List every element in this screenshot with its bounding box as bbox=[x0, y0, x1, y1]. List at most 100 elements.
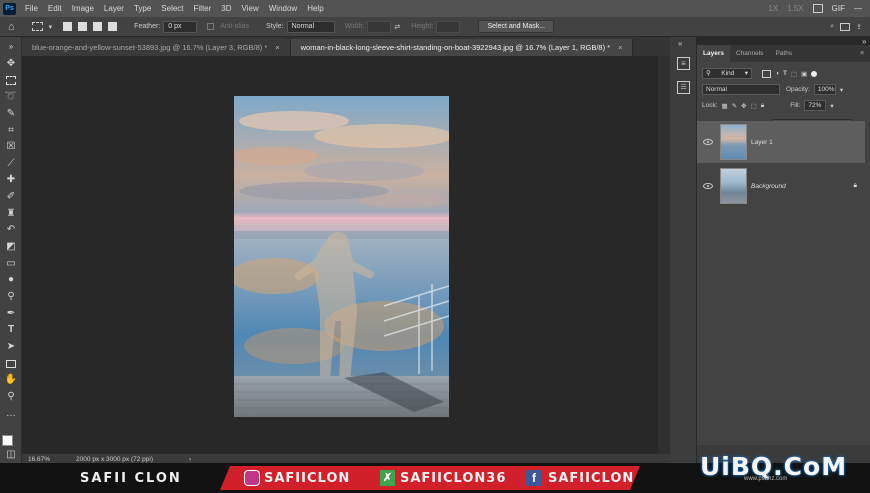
zoom-level[interactable]: 16.67% bbox=[28, 456, 50, 463]
tab-woman-document[interactable]: woman-in-black-long-sleeve-shirt-standin… bbox=[290, 39, 634, 56]
layer-name[interactable]: Background bbox=[751, 183, 786, 190]
chevron-down-icon[interactable]: ▾ bbox=[840, 86, 843, 94]
brush-tool-icon[interactable]: ✐ bbox=[4, 190, 18, 204]
type-filter-icon[interactable]: T bbox=[783, 70, 787, 77]
hand-tool-icon[interactable]: ✋ bbox=[4, 373, 18, 387]
subtract-selection-icon[interactable] bbox=[93, 22, 103, 31]
lock-transparent-icon[interactable]: ▦ bbox=[722, 102, 728, 110]
frame-tool-icon[interactable]: ☒ bbox=[4, 140, 18, 154]
menu-layer[interactable]: Layer bbox=[104, 4, 124, 13]
intersect-selection-icon[interactable] bbox=[108, 22, 118, 31]
filter-toggle-icon[interactable] bbox=[811, 70, 818, 77]
status-menu-arrow[interactable]: › bbox=[189, 456, 191, 463]
marquee-preset-icon[interactable] bbox=[31, 22, 43, 31]
blend-mode-select[interactable]: Normal bbox=[702, 84, 780, 95]
rectangle-tool-icon[interactable] bbox=[4, 357, 18, 371]
minimize-icon[interactable]: — bbox=[854, 4, 862, 13]
collapse-arrows-icon[interactable]: » bbox=[4, 40, 18, 54]
feather-input[interactable]: 0 px bbox=[163, 20, 198, 33]
tab-sunset-document[interactable]: blue-orange-and-yellow-sunset-53893.jpg … bbox=[22, 39, 291, 56]
close-icon[interactable]: × bbox=[618, 43, 622, 52]
collapse-arrows-icon[interactable]: » bbox=[862, 37, 866, 46]
gradient-tool-icon[interactable]: ▭ bbox=[4, 257, 18, 271]
path-selection-tool-icon[interactable]: ➤ bbox=[4, 340, 18, 354]
chevron-down-icon[interactable]: ▾ bbox=[830, 102, 833, 110]
panel-menu-icon[interactable]: ≡ bbox=[854, 45, 870, 62]
collapse-arrows-icon[interactable]: « bbox=[678, 39, 682, 48]
layer-name[interactable]: Layer 1 bbox=[751, 139, 773, 146]
home-icon[interactable]: ⌂ bbox=[8, 21, 15, 33]
canvas-vertical-scrollbar[interactable] bbox=[658, 56, 670, 454]
layer-row-background[interactable]: Background 🔒︎ bbox=[697, 165, 865, 207]
tab-layers[interactable]: Layers bbox=[697, 45, 730, 62]
tab-channels[interactable]: Channels bbox=[730, 45, 769, 62]
swap-icon[interactable]: ⇄ bbox=[394, 23, 400, 31]
quick-mask-icon[interactable]: ◫ bbox=[4, 448, 18, 462]
style-select[interactable]: Normal bbox=[286, 20, 335, 33]
lock-all-icon[interactable]: 🔒︎ bbox=[761, 102, 764, 110]
zoom-1-5x-button[interactable]: 1.5X bbox=[787, 4, 803, 13]
menu-select[interactable]: Select bbox=[161, 4, 183, 13]
image-filter-icon[interactable] bbox=[762, 69, 771, 78]
menu-bar: Ps File Edit Image Layer Type Select Fil… bbox=[0, 0, 870, 17]
foreground-color-swatch[interactable] bbox=[2, 435, 13, 446]
share-icon[interactable]: ⇪ bbox=[856, 23, 862, 31]
menu-filter[interactable]: Filter bbox=[194, 4, 212, 13]
select-and-mask-button[interactable]: Select and Mask... bbox=[478, 20, 555, 33]
fill-label: Fill: bbox=[790, 102, 801, 109]
menu-3d[interactable]: 3D bbox=[221, 4, 231, 13]
gif-button[interactable]: GIF bbox=[832, 4, 845, 13]
lasso-tool-icon[interactable]: ➰ bbox=[4, 90, 18, 104]
menu-image[interactable]: Image bbox=[72, 4, 94, 13]
tab-label: blue-orange-and-yellow-sunset-53893.jpg … bbox=[32, 43, 268, 52]
move-tool-icon[interactable]: ✥ bbox=[4, 57, 18, 71]
menu-window[interactable]: Window bbox=[269, 4, 297, 13]
menu-edit[interactable]: Edit bbox=[48, 4, 62, 13]
zoom-1x-button[interactable]: 1X bbox=[768, 4, 778, 13]
new-selection-icon[interactable] bbox=[63, 22, 73, 31]
width-input[interactable] bbox=[367, 20, 392, 33]
zoom-tool-icon[interactable]: ⚲ bbox=[4, 390, 18, 404]
blur-tool-icon[interactable]: ● bbox=[4, 273, 18, 287]
visibility-eye-icon[interactable] bbox=[703, 183, 713, 189]
height-input[interactable] bbox=[436, 20, 461, 33]
opacity-input[interactable]: 100% bbox=[813, 84, 836, 95]
eraser-tool-icon[interactable]: ◩ bbox=[4, 240, 18, 254]
clone-stamp-tool-icon[interactable]: ♜ bbox=[4, 207, 18, 221]
antialias-checkbox[interactable] bbox=[207, 23, 215, 30]
shape-filter-icon[interactable]: ⬚ bbox=[791, 70, 797, 78]
more-tools-icon[interactable]: … bbox=[4, 407, 18, 421]
menu-type[interactable]: Type bbox=[134, 4, 151, 13]
type-tool-icon[interactable]: T bbox=[4, 323, 18, 337]
marquee-tool-icon[interactable] bbox=[4, 73, 18, 87]
lock-position-icon[interactable]: ✥ bbox=[741, 102, 746, 110]
tab-paths[interactable]: Paths bbox=[769, 45, 798, 62]
document-image[interactable] bbox=[234, 96, 449, 417]
close-icon[interactable]: × bbox=[275, 43, 279, 52]
lock-artboard-icon[interactable]: ⬚ bbox=[751, 102, 757, 110]
menu-file[interactable]: File bbox=[25, 4, 38, 13]
pen-tool-icon[interactable]: ✒ bbox=[4, 307, 18, 321]
search-icon[interactable]: ⌕ bbox=[830, 23, 834, 31]
workspace-icon[interactable] bbox=[840, 22, 851, 31]
add-selection-icon[interactable] bbox=[78, 22, 88, 31]
adjustment-filter-icon[interactable]: ◑ bbox=[775, 70, 779, 77]
menu-view[interactable]: View bbox=[242, 4, 259, 13]
fill-input[interactable]: 72% bbox=[804, 100, 827, 111]
kind-filter-select[interactable]: ⚲ Kind ▾ bbox=[702, 68, 752, 79]
layer-row-layer-1[interactable]: Layer 1 bbox=[697, 121, 865, 163]
properties-icon[interactable]: ☰ bbox=[677, 81, 690, 94]
dodge-tool-icon[interactable]: ⚲ bbox=[4, 290, 18, 304]
visibility-eye-icon[interactable] bbox=[703, 139, 713, 145]
chevron-down-icon[interactable]: ▾ bbox=[49, 23, 53, 31]
adjustments-icon[interactable]: ≡ bbox=[677, 57, 690, 70]
menu-help[interactable]: Help bbox=[307, 4, 323, 13]
history-brush-tool-icon[interactable]: ↶ bbox=[4, 223, 18, 237]
eyedropper-tool-icon[interactable]: ⟋ bbox=[4, 157, 18, 171]
record-icon[interactable] bbox=[812, 4, 823, 13]
quick-select-tool-icon[interactable]: ✎ bbox=[4, 107, 18, 121]
crop-tool-icon[interactable]: ⌗ bbox=[4, 124, 18, 138]
healing-brush-tool-icon[interactable]: ✚ bbox=[4, 173, 18, 187]
smart-object-filter-icon[interactable]: ▣ bbox=[801, 70, 807, 78]
lock-pixels-icon[interactable]: ✎ bbox=[732, 102, 737, 110]
